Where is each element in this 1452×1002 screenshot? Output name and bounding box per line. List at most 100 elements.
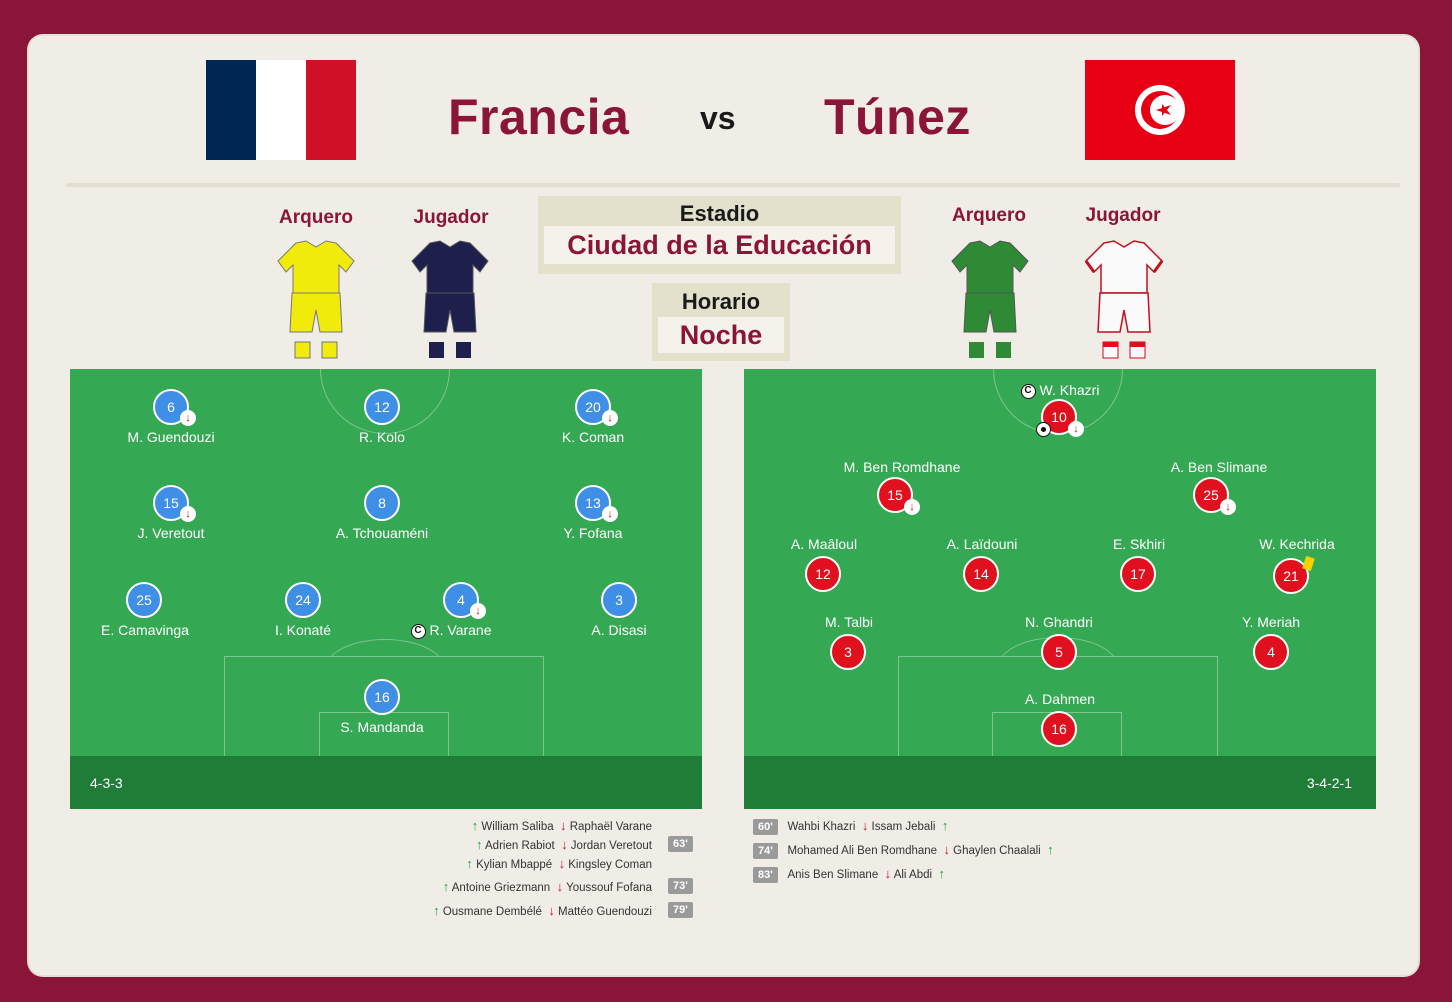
home-goalkeeper-label: Arquero (279, 207, 353, 228)
sub-in-name: Ali Abdi (893, 869, 933, 881)
home-formation-band (70, 756, 702, 809)
yellow-card-icon (1302, 555, 1315, 572)
sub-out-icon: ↓ (602, 506, 618, 522)
captain-icon: C (1020, 383, 1036, 399)
sub-out-icon: ↓ (602, 410, 618, 426)
home-sub-row: ↑ Adrien Rabiot ↓ Jordan Veretout (476, 837, 652, 852)
sub-out-name: Kingsley Coman (568, 859, 652, 871)
away-sub-row: 83' Anis Ben Slimane ↓ Ali Abdi ↑ (753, 866, 945, 883)
sub-in-icon: ↑ (941, 818, 949, 833)
player-name: R. Varane (429, 622, 492, 638)
sub-minute-badge: 79' (668, 902, 693, 918)
player-name: J. Veretout (137, 525, 205, 541)
away-sub-row: 60' Wahbi Khazri ↓ Issam Jebali ↑ (753, 818, 948, 835)
player-number[interactable]: 3 (601, 582, 637, 618)
captain-icon: C (410, 623, 426, 639)
sub-in-icon: ↑ (442, 879, 450, 894)
away-pitch: 3-4-2-1 C W. Khazri 10 ↓ M. Ben Romdhane … (744, 369, 1376, 809)
player-number[interactable]: 17 (1120, 556, 1156, 592)
home-sub-row: ↑ William Saliba ↓ Raphaël Varane (472, 818, 652, 833)
sub-out-icon: ↓ (1068, 421, 1084, 437)
tunisia-flag (1085, 60, 1235, 160)
sub-out-icon: ↓ (561, 837, 568, 852)
header-divider (66, 183, 1400, 187)
away-player-kit-icon (1084, 240, 1164, 359)
sub-out-icon: ↓ (180, 410, 196, 426)
sub-out-icon: ↓ (560, 818, 567, 833)
sub-out-icon: ↓ (180, 506, 196, 522)
player-name: M. Talbi (825, 614, 873, 630)
away-goalkeeper-label: Arquero (952, 205, 1026, 226)
player-number[interactable]: 24 (285, 582, 321, 618)
sub-minute-badge: 63' (668, 836, 693, 852)
player-name: A. Ben Slimane (1170, 459, 1268, 475)
time-box: Horario Noche (652, 283, 790, 361)
sub-in-name: Issam Jebali (871, 821, 936, 833)
away-formation-band (744, 756, 1376, 809)
player-number[interactable]: 14 (963, 556, 999, 592)
sub-out-name: Mattéo Guendouzi (558, 906, 652, 918)
away-goalkeeper-kit-icon (951, 240, 1029, 358)
home-formation: 4-3-3 (90, 775, 123, 791)
sub-in-icon: ↑ (475, 837, 483, 852)
sub-in-icon: ↑ (433, 903, 440, 918)
sub-out-name: Raphaël Varane (569, 821, 652, 833)
sub-out-icon: ↓ (556, 879, 564, 894)
sub-out-icon: ↓ (548, 903, 555, 918)
player-number[interactable]: 12 (364, 389, 400, 425)
home-sub-row: ↑ Antoine Griezmann ↓ Youssouf Fofana (443, 879, 652, 894)
time-label: Horario (681, 289, 761, 314)
player-number[interactable]: 16 (1041, 711, 1077, 747)
sub-out-icon: ↓ (943, 842, 950, 857)
sub-in-name: William Saliba (481, 821, 554, 833)
player-number[interactable]: 5 (1041, 634, 1077, 670)
home-pitch: 4-3-3 6 ↓ M. Guendouzi 12 R. Kolo 20 ↓ K… (70, 369, 702, 809)
vs-label: vs (700, 100, 736, 136)
sub-out-icon: ↓ (904, 499, 920, 515)
player-name: S. Mandanda (340, 719, 424, 735)
sub-out-icon: ↓ (884, 866, 892, 881)
goal-ball-icon (1036, 422, 1051, 437)
sub-out-name: Mohamed Ali Ben Romdhane (787, 845, 938, 857)
stadium-value: Ciudad de la Educación (544, 226, 895, 264)
sub-in-icon: ↑ (1047, 842, 1054, 857)
sub-out-name: Youssouf Fofana (566, 882, 652, 894)
player-number[interactable]: 3 (830, 634, 866, 670)
player-number[interactable]: 25 (126, 582, 162, 618)
player-number[interactable]: 4 (1253, 634, 1289, 670)
sub-out-name: Wahbi Khazri (787, 821, 856, 833)
player-name: A. Dahmen (1024, 691, 1096, 707)
away-team-name: Túnez (824, 89, 971, 145)
home-sub-row: ↑ Kylian Mbappé ↓ Kingsley Coman (466, 856, 652, 871)
player-name: N. Ghandri (1025, 614, 1093, 630)
sub-in-icon: ↑ (938, 866, 945, 881)
player-name: Y. Meriah (1241, 614, 1301, 630)
sub-out-icon: ↓ (861, 818, 869, 833)
away-sub-row: 74' Mohamed Ali Ben Romdhane ↓ Ghaylen C… (753, 842, 1054, 859)
player-number[interactable]: 8 (364, 485, 400, 521)
away-player-label: Jugador (1085, 205, 1161, 226)
player-name: Y. Fofana (563, 525, 623, 541)
player-name: R. Kolo (359, 429, 405, 445)
sub-out-icon: ↓ (470, 603, 486, 619)
sub-out-icon: ↓ (1220, 499, 1236, 515)
player-name: M. Guendouzi (127, 429, 215, 445)
sub-minute-badge: 83' (753, 867, 778, 883)
sub-in-name: Kylian Mbappé (476, 859, 553, 871)
home-player-kit-icon (411, 240, 489, 358)
player-name: W. Khazri (1039, 382, 1100, 398)
player-name: M. Ben Romdhane (843, 459, 961, 475)
player-name-captain: C W. Khazri (960, 382, 1160, 399)
stadium-box: Estadio Ciudad de la Educación (538, 196, 901, 274)
home-player-label: Jugador (413, 207, 489, 228)
sub-in-icon: ↑ (471, 818, 479, 833)
home-sub-row: ↑ Ousmane Dembélé ↓ Mattéo Guendouzi (433, 903, 652, 918)
home-team-name: Francia (448, 89, 630, 145)
home-goalkeeper-kit-icon (277, 240, 355, 359)
sub-minute-badge: 74' (753, 843, 778, 859)
france-flag (206, 60, 356, 160)
sub-in-name: Adrien Rabiot (485, 840, 555, 852)
player-number[interactable]: 12 (805, 556, 841, 592)
away-formation: 3-4-2-1 (1306, 775, 1352, 791)
player-number[interactable]: 16 (364, 679, 400, 715)
